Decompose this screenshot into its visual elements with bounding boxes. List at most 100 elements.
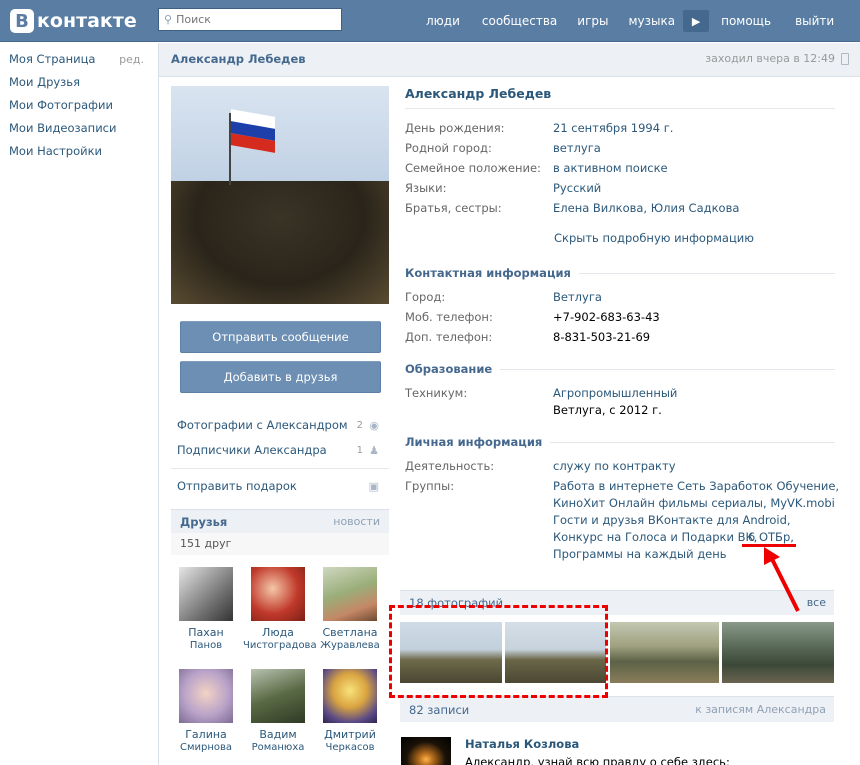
friend-avatar [323,669,377,723]
friend-first-name: Галина [185,728,227,741]
nav-help[interactable]: помощь [715,14,777,28]
friends-count[interactable]: 151 друг [171,533,389,555]
friend-card[interactable]: Пахан Панов [171,567,241,652]
nav-people[interactable]: люди [420,14,466,28]
friends-news-link[interactable]: новости [333,515,380,528]
post-author-avatar[interactable] [401,737,451,765]
post-author-name[interactable]: Наталья Козлова [465,737,579,751]
add-friend-button[interactable]: Добавить в друзья [180,361,381,393]
friend-card[interactable]: Люда Чистоградова [243,567,317,652]
friend-last-name: Черкасов [325,742,375,753]
friend-last-name: Романюха [251,742,305,753]
info-activity: Деятельность: служу по контракту [405,459,845,479]
group-link[interactable]: Конкурс на Голоса и Подарки ВК, [553,530,757,544]
subscribers-link[interactable]: Подписчики Александра 1 ♟ [177,439,381,461]
info-value-link[interactable]: ветлуга [553,141,601,155]
mobile-icon [841,53,849,65]
photos-with-label: Фотографии с Александром [177,418,348,432]
users-icon: ♟ [369,443,379,457]
friend-first-name: Пахан [188,626,224,639]
profile-full-name: Александр Лебедев [405,86,552,101]
last-seen: заходил вчера в 12:49 [705,52,835,65]
friend-avatar [179,567,233,621]
info-value: +7-902-683-63-43 [553,310,660,324]
friend-card[interactable]: Светлана Журавлева [315,567,385,652]
friend-card[interactable]: Галина Смирнова [171,669,241,754]
group-link[interactable]: КиноХит Онлайн фильмы сериалы, MyVK.mobi [553,496,835,510]
photo-thumbnail[interactable] [722,622,834,683]
info-key: Техникум: [405,386,468,400]
info-extra-phone: Доп. телефон: 8-831-503-21-69 [405,330,845,350]
info-value-link[interactable]: Русский [553,181,601,195]
personal-section-title: Личная информация [405,435,551,449]
group-link[interactable]: Программы на каждый день [553,547,727,561]
nav-logout[interactable]: выйти [789,14,840,28]
friend-avatar [179,669,233,723]
info-value: Ветлуга, с 2012 г. [553,403,662,417]
wall-title[interactable]: 82 записи [409,703,469,717]
search-input[interactable] [176,13,327,26]
play-icon[interactable]: ▶ [683,10,710,32]
friend-last-name: Смирнова [179,742,233,753]
hide-details-link[interactable]: Скрыть подробную информацию [554,231,754,245]
info-college-detail: Ветлуга, с 2012 г. [405,403,845,423]
subscribers-count: 1 [356,444,363,456]
friend-avatar [251,567,305,621]
page-header: Александр Лебедев заходил вчера в 12:49 [159,43,860,77]
group-link[interactable]: Гости и друзья ВКонтакте для Android, [553,513,791,527]
menu-my-page-label: Моя Страница [9,52,96,66]
info-siblings: Братья, сестры: Елена Вилкова, Юлия Садк… [405,201,845,221]
friends-title[interactable]: Друзья [180,515,227,529]
info-value-link[interactable]: 21 сентября 1994 г. [553,121,673,135]
menu-my-settings[interactable]: Мои Настройки [0,140,158,163]
top-nav: люди сообщества игры музыка ▶ помощь вый… [420,0,840,42]
menu-my-page[interactable]: Моя Страница ред. [0,48,158,71]
menu-my-friends[interactable]: Мои Друзья [0,71,158,94]
nav-communities[interactable]: сообщества [476,14,563,28]
info-value-link[interactable]: в активном поиске [553,161,668,175]
info-key: Семейное положение: [405,161,541,175]
group-link[interactable]: Работа в интернете Сеть Заработок Обучен… [553,479,839,493]
info-value-link[interactable]: Елена Вилкова, Юлия Садкова [553,201,739,215]
info-key: Братья, сестры: [405,201,502,215]
friend-last-name: Панов [189,640,223,651]
friend-last-name: Чистоградова [243,640,317,651]
logo-mark: В [10,9,34,33]
friend-first-name: Дмитрий [324,728,376,741]
friend-card[interactable]: Дмитрий Черкасов [315,669,385,754]
annotation-dashed-box [389,605,608,698]
photos-all-link[interactable]: все [807,596,826,609]
info-key: Доп. телефон: [405,330,493,344]
nav-games[interactable]: игры [571,14,614,28]
info-value-link[interactable]: Ветлуга [553,290,602,304]
friend-last-name: Журавлева [320,640,380,651]
menu-my-photos[interactable]: Мои Фотографии [0,94,158,117]
photo-thumbnail[interactable] [610,622,719,683]
profile-photo[interactable] [171,86,389,304]
info-hometown: Родной город: ветлуга [405,141,845,161]
friend-card[interactable]: Вадим Романюха [243,669,313,754]
info-city: Город: Ветлуга [405,290,845,310]
friend-first-name: Вадим [259,728,297,741]
friend-avatar [323,567,377,621]
search-box[interactable]: ⚲ [158,8,342,31]
info-value-link[interactable]: служу по контракту [553,459,676,473]
info-value-link[interactable]: Агропромышленный [553,386,677,400]
nav-music[interactable]: музыка [622,14,681,28]
edit-link[interactable]: ред. [119,48,144,71]
search-icon: ⚲ [164,13,173,26]
info-key: Группы: [405,479,455,493]
group-link-6otbr[interactable]: 6 ОТБр, [748,530,794,544]
photos-with-link[interactable]: Фотографии с Александром 2 ◉ [177,414,381,436]
friend-first-name: Люда [262,626,294,639]
vk-logo[interactable]: В контакте [10,8,137,34]
info-value: 8-831-503-21-69 [553,330,651,344]
info-languages: Языки: Русский [405,181,845,201]
wall-to-posts-link[interactable]: к записям Александра [695,703,826,716]
friend-avatar [251,669,305,723]
left-menu: Моя Страница ред. Мои Друзья Мои Фотогра… [0,48,158,163]
menu-my-videos[interactable]: Мои Видеозаписи [0,117,158,140]
page-title: Александр Лебедев [171,52,306,66]
send-gift-link[interactable]: Отправить подарок ▣ [177,475,381,497]
send-message-button[interactable]: Отправить сообщение [180,321,381,353]
